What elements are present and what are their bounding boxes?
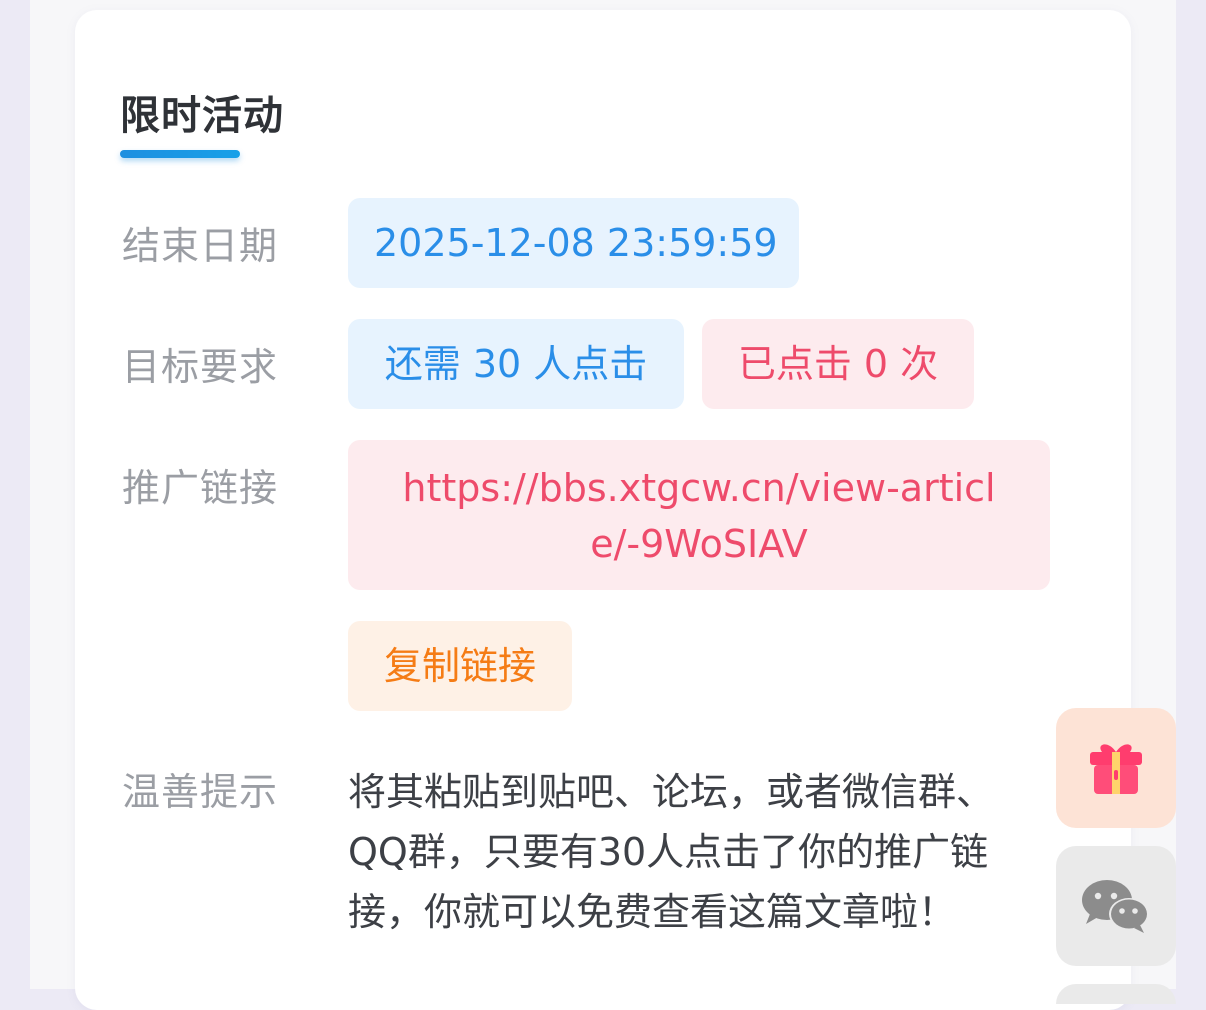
section-title: 限时活动 <box>120 93 284 139</box>
gift-icon <box>1090 744 1142 794</box>
wechat-icon <box>1082 880 1149 933</box>
tip-label: 温善提示 <box>122 770 279 814</box>
target-label: 目标要求 <box>122 345 279 389</box>
wechat-button[interactable] <box>1056 846 1176 966</box>
end-date-value: 2025-12-08 23:59:59 <box>348 198 799 288</box>
title-underline <box>120 150 240 158</box>
tip-text: 将其粘贴到贴吧、论坛，或者微信群、QQ群，只要有30人点击了你的推广链接，你就可… <box>348 770 995 934</box>
promo-link-url[interactable]: https://bbs.xtgcw.cn/view-article/-9WoSI… <box>348 440 1050 590</box>
clicked-count-badge: 已点击 0 次 <box>702 319 974 409</box>
promo-link-label: 推广链接 <box>122 466 279 510</box>
gift-button[interactable] <box>1056 708 1176 828</box>
remaining-clicks-badge: 还需 30 人点击 <box>348 319 684 409</box>
next-float-button[interactable] <box>1056 984 1176 1004</box>
copy-link-button[interactable]: 复制链接 <box>348 621 572 711</box>
end-date-label: 结束日期 <box>122 224 279 268</box>
